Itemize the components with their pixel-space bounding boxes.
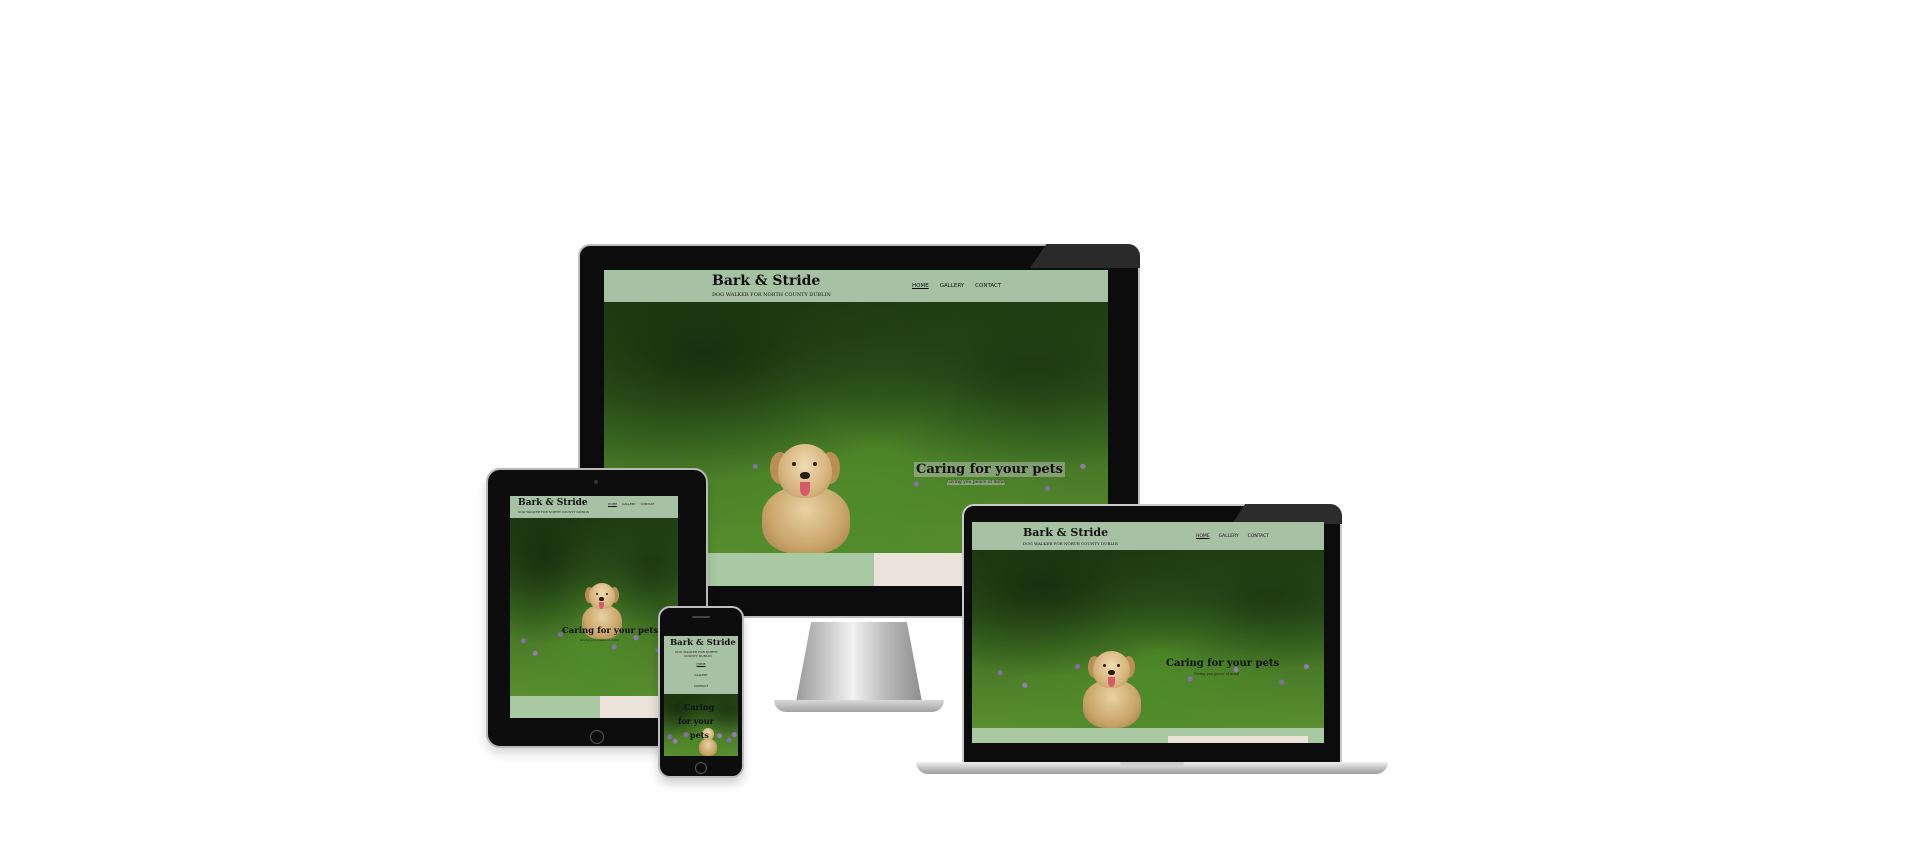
nav-gallery[interactable]: GALLERY bbox=[622, 502, 635, 506]
site-header: Bark & Stride DOG WALKER FOR NORTH COUNT… bbox=[604, 270, 1108, 302]
main-nav: HOME GALLERY CONTACT bbox=[608, 502, 655, 506]
site-header: Bark & Stride DOG WALKER FOR NORTH COUNT… bbox=[510, 496, 678, 518]
tablet-screen: Bark & Stride DOG WALKER FOR NORTH COUNT… bbox=[510, 496, 678, 718]
site-header: Bark & Stride DOG WALKER FOR NORTH COUNT… bbox=[664, 636, 738, 694]
nav-contact[interactable]: CONTACT bbox=[1248, 534, 1269, 539]
hero-subtitle: Giving you peace of mind bbox=[580, 638, 619, 642]
hero-title-line3: pets bbox=[690, 730, 709, 740]
brand-tagline-line2: COUNTY DUBLIN bbox=[684, 654, 712, 658]
dog-photo bbox=[1080, 650, 1144, 728]
hero-image: Caring for your pets bbox=[664, 694, 738, 756]
hero-title-line1: Caring bbox=[684, 702, 715, 712]
hero-image: Caring for your pets Giving you peace of… bbox=[510, 518, 678, 696]
brand-tagline: DOG WALKER FOR NORTH COUNTY DUBLIN bbox=[712, 292, 831, 298]
hero-subtitle: Giving you peace of mind bbox=[947, 480, 1005, 485]
brand-title[interactable]: Bark & Stride bbox=[1023, 526, 1108, 539]
phone-screen: Bark & Stride DOG WALKER FOR NORTH COUNT… bbox=[664, 636, 738, 756]
main-nav: HOME GALLERY CONTACT bbox=[1196, 534, 1269, 539]
laptop-screen: Bark & Stride DOG WALKER FOR NORTH COUNT… bbox=[972, 522, 1324, 743]
nav-gallery[interactable]: GALLERY bbox=[1219, 534, 1239, 539]
nav-gallery[interactable]: GALLERY bbox=[940, 283, 964, 289]
hero-title: Caring for your pets bbox=[914, 462, 1065, 477]
brand-title[interactable]: Bark & Stride bbox=[670, 638, 736, 648]
nav-contact[interactable]: CONTACT bbox=[694, 684, 708, 688]
hero-title: Caring for your pets bbox=[562, 626, 659, 636]
nav-home[interactable]: HOME bbox=[1196, 534, 1210, 539]
phone: Bark & Stride DOG WALKER FOR NORTH COUNT… bbox=[658, 606, 744, 778]
brand-title[interactable]: Bark & Stride bbox=[518, 498, 588, 508]
hero-image: Caring for your pets Giving you peace of… bbox=[972, 550, 1324, 728]
nav-gallery[interactable]: GALLERY bbox=[694, 673, 707, 677]
brand-tagline: DOG WALKER FOR NORTH COUNTY DUBLIN bbox=[518, 510, 590, 514]
laptop: Bark & Stride DOG WALKER FOR NORTH COUNT… bbox=[916, 504, 1388, 780]
main-nav: HOME GALLERY CONTACT bbox=[912, 283, 1001, 289]
nav-home[interactable]: HOME bbox=[696, 662, 705, 666]
nav-home[interactable]: HOME bbox=[608, 502, 617, 506]
hero-subtitle: Giving you peace of mind bbox=[1194, 672, 1240, 676]
nav-contact[interactable]: CONTACT bbox=[640, 502, 654, 506]
footer-bar bbox=[972, 728, 1324, 743]
footer-bar bbox=[510, 696, 678, 718]
site-header: Bark & Stride DOG WALKER FOR NORTH COUNT… bbox=[972, 522, 1324, 550]
hero-title-line2: for your bbox=[678, 716, 714, 726]
dog-photo bbox=[758, 442, 854, 554]
brand-title[interactable]: Bark & Stride bbox=[712, 273, 820, 289]
nav-contact[interactable]: CONTACT bbox=[975, 283, 1001, 289]
brand-tagline: DOG WALKER FOR NORTH COUNTY DUBLIN bbox=[1023, 541, 1119, 546]
nav-home[interactable]: HOME bbox=[912, 283, 929, 289]
main-nav: HOME GALLERY CONTACT bbox=[664, 662, 738, 688]
hero-title: Caring for your pets bbox=[1166, 658, 1280, 669]
